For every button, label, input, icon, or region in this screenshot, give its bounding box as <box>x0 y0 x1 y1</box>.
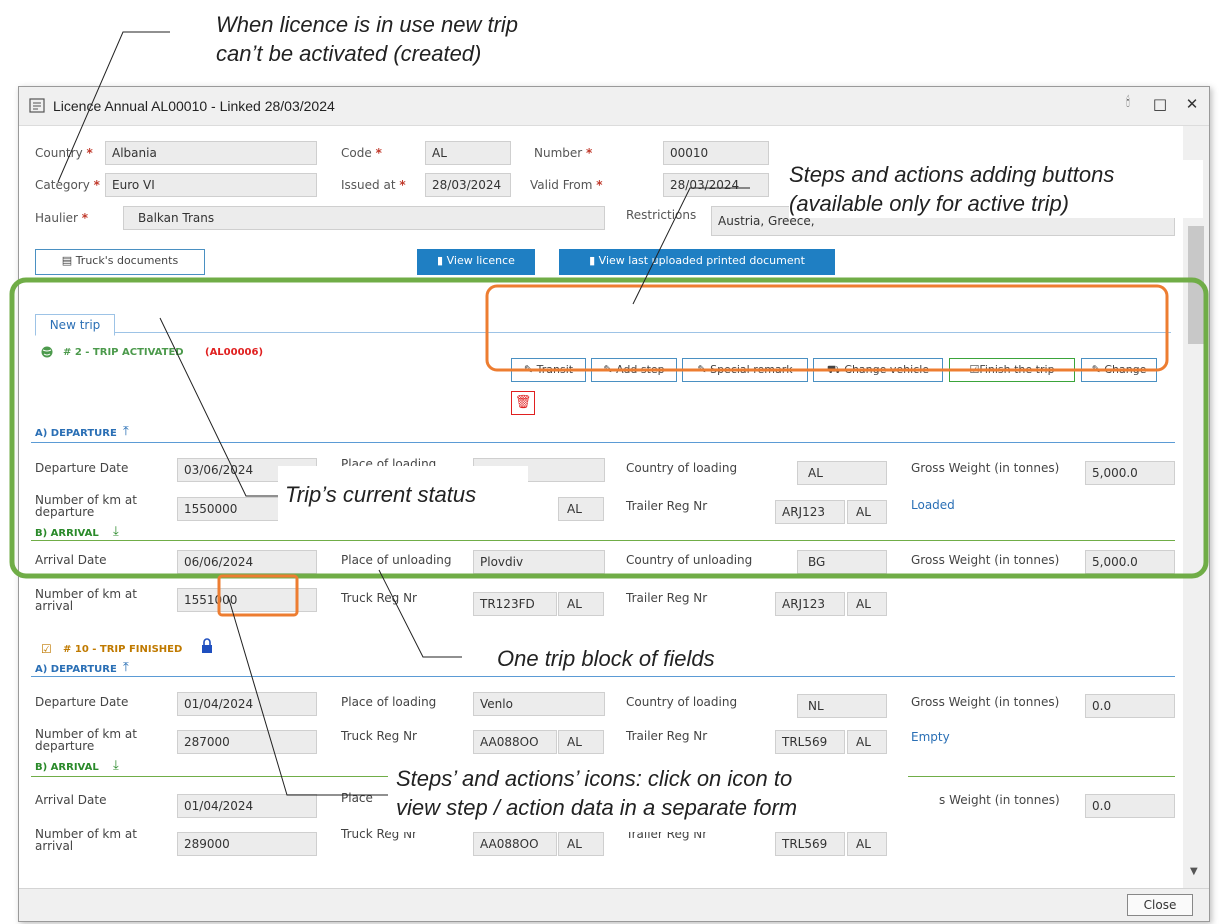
steps-icons-annotation: Steps’ and actions’ icons: click on icon… <box>396 766 798 821</box>
step-icon-highlight <box>217 574 299 617</box>
licence-leader-line <box>57 31 170 183</box>
steps-buttons-annotation: Steps and actions adding buttons (availab… <box>789 160 1203 219</box>
trip-status-annotation: Trip’s current status <box>285 482 477 507</box>
trip-block-highlight <box>9 277 1209 579</box>
trip-block-annotation: One trip block of fields <box>497 646 715 671</box>
icon-leader-line <box>227 595 388 796</box>
buttons-area-highlight <box>485 284 1169 372</box>
status-leader-line <box>159 317 282 497</box>
licence-in-use-annotation: When licence is in use new trip can’t be … <box>216 12 519 67</box>
block-leader-line <box>378 569 462 658</box>
